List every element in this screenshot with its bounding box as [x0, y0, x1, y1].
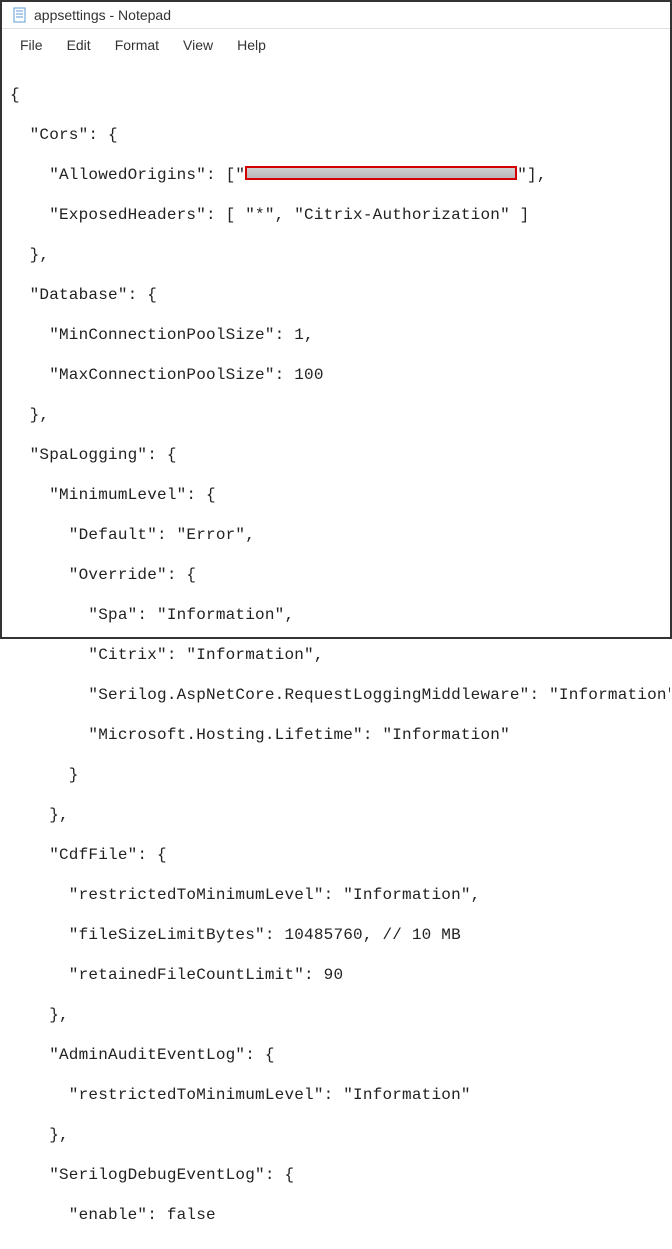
code-line: "MinimumLevel": {	[10, 485, 662, 505]
notepad-icon	[12, 7, 28, 23]
code-line: "Citrix": "Information",	[10, 645, 662, 665]
code-line: "ExposedHeaders": [ "*", "Citrix-Authori…	[10, 205, 662, 225]
menu-format[interactable]: Format	[105, 33, 169, 57]
code-text: "],	[517, 166, 546, 184]
code-line: "Database": {	[10, 285, 662, 305]
code-line: },	[10, 405, 662, 425]
code-line: "fileSizeLimitBytes": 10485760, // 10 MB	[10, 925, 662, 945]
code-line: "restrictedToMinimumLevel": "Information…	[10, 885, 662, 905]
code-line: "enable": false	[10, 1205, 662, 1225]
code-line: "AdminAuditEventLog": {	[10, 1045, 662, 1065]
code-line: "Override": {	[10, 565, 662, 585]
code-line: },	[10, 805, 662, 825]
editor-area[interactable]: { "Cors": { "AllowedOrigins": [" "], "Exp…	[2, 61, 670, 1249]
code-line: "Serilog.AspNetCore.RequestLoggingMiddle…	[10, 685, 662, 705]
code-line: "Default": "Error",	[10, 525, 662, 545]
redacted-box	[245, 166, 517, 180]
code-line: "Microsoft.Hosting.Lifetime": "Informati…	[10, 725, 662, 745]
code-line: "retainedFileCountLimit": 90	[10, 965, 662, 985]
menu-file[interactable]: File	[10, 33, 53, 57]
code-line: "MaxConnectionPoolSize": 100	[10, 365, 662, 385]
code-line: },	[10, 1125, 662, 1145]
code-line: {	[10, 85, 662, 105]
window-title: appsettings - Notepad	[34, 7, 171, 23]
titlebar: appsettings - Notepad	[2, 2, 670, 29]
code-line: "AllowedOrigins": [" "],	[10, 165, 662, 185]
menubar: File Edit Format View Help	[2, 29, 670, 61]
menu-help[interactable]: Help	[227, 33, 276, 57]
code-line: "Cors": {	[10, 125, 662, 145]
code-line: },	[10, 245, 662, 265]
code-line: "MinConnectionPoolSize": 1,	[10, 325, 662, 345]
code-line: "Spa": "Information",	[10, 605, 662, 625]
menu-view[interactable]: View	[173, 33, 223, 57]
code-line: },	[10, 1005, 662, 1025]
code-text: "AllowedOrigins": ["	[10, 166, 245, 184]
code-line: "SerilogDebugEventLog": {	[10, 1165, 662, 1185]
menu-edit[interactable]: Edit	[57, 33, 101, 57]
code-line: "restrictedToMinimumLevel": "Information…	[10, 1085, 662, 1105]
code-line: "SpaLogging": {	[10, 445, 662, 465]
code-line: "CdfFile": {	[10, 845, 662, 865]
code-line: }	[10, 765, 662, 785]
